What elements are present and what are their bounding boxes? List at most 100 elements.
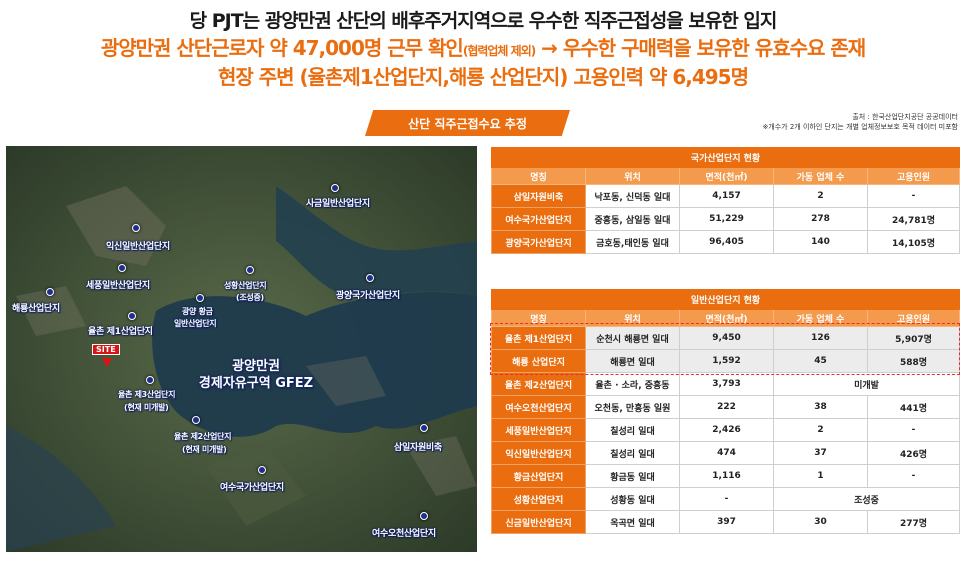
- complex-companies: 126: [773, 326, 868, 350]
- complex-employees: 277명: [866, 510, 961, 534]
- complex-companies: 1: [773, 464, 868, 488]
- complex-name: 삼일자원비축: [491, 184, 586, 208]
- table-row: 세풍일반산업단지 칠성리 일대 2,426 2 -: [491, 418, 961, 442]
- complex-name: 해룡 산업단지: [491, 349, 586, 373]
- complex-companies: 37: [773, 441, 868, 465]
- column-header: 명칭: [491, 167, 586, 185]
- site-marker: SITE: [92, 344, 120, 355]
- complex-employees: 5,907명: [866, 326, 961, 350]
- complex-name: 여수국가산업단지: [491, 207, 586, 231]
- headline-2-main: 광양만권 산단근로자 약 47,000명 근무 확인: [100, 36, 464, 60]
- headline-2: 광양만권 산단근로자 약 47,000명 근무 확인(협력업체 제외) → 우수…: [0, 32, 966, 61]
- complex-area: 1,592: [679, 349, 774, 373]
- headline-2-tail: → 우수한 구매력을 보유한 유효수요 존재: [535, 36, 866, 60]
- complex-employees: -: [866, 184, 961, 208]
- column-header: 고용인원: [866, 309, 961, 327]
- gfez-label: 광양만권 경제자유구역 GFEZ: [181, 358, 331, 392]
- map-pin-yeosuocheon: [420, 512, 428, 520]
- complex-location: 칠성리 일대: [585, 418, 680, 442]
- column-header: 면적(천㎡): [679, 167, 774, 185]
- site-marker-pointer: [102, 358, 112, 367]
- general-complex-table: 일반산업단지 현황 명칭 위치 면적(천㎡) 가동 업체 수 고용인원 율촌 제…: [490, 289, 961, 534]
- map-label-yulchon2-1: 율촌 제2산업단지: [174, 432, 232, 441]
- map-label-gwangyang: 광양국가산업단지: [336, 291, 400, 301]
- headline-3: 현장 주변 (율촌제1산업단지,해룡 산업단지) 고용인력 약 6,495명: [217, 65, 749, 89]
- gfez-line-2: 경제자유구역 GFEZ: [198, 376, 314, 391]
- complex-area: 2,426: [679, 418, 774, 442]
- map-label-yulchon3-2: (현재 미개발): [124, 403, 169, 412]
- table-row: 신금일반산업단지 옥곡면 일대 397 30 277명: [491, 510, 961, 534]
- map-pin-seonghwang: [246, 266, 254, 274]
- complex-companies: 140: [773, 230, 868, 254]
- map-pin-haeryong: [46, 288, 54, 296]
- complex-name: 세풍일반산업단지: [491, 418, 586, 442]
- map-label-yulchon3-1: 율촌 제3산업단지: [118, 390, 176, 399]
- map-label-seonghwang-1: 성황산업단지: [224, 281, 267, 290]
- complex-name: 익신일반산업단지: [491, 441, 586, 465]
- headline-2-note: (협력업체 제외): [462, 44, 536, 58]
- complex-name: 율촌 제2산업단지: [491, 372, 586, 396]
- complex-companies: 2: [773, 418, 868, 442]
- complex-area: 4,157: [679, 184, 774, 208]
- complex-employees: -: [866, 464, 961, 488]
- map-label-sageum: 사금일반산업단지: [306, 199, 370, 209]
- complex-location: 율촌 · 소라, 중흥동: [585, 372, 680, 396]
- complex-status: 미개발: [772, 372, 961, 396]
- column-header: 가동 업체 수: [773, 167, 868, 185]
- complex-area: 51,229: [679, 207, 774, 231]
- complex-name: 율촌 제1산업단지: [491, 326, 586, 350]
- map-label-yulchon2-2: (현재 미개발): [182, 445, 227, 454]
- map-label-ikshin: 익신일반산업단지: [106, 242, 170, 252]
- map-label-samil: 삼일자원비축: [394, 443, 442, 453]
- complex-area: 9,450: [679, 326, 774, 350]
- map-label-seonghwang-2: (조성중): [236, 293, 264, 302]
- map-pin-yeosu: [258, 466, 266, 474]
- complex-employees: 14,105명: [866, 230, 961, 254]
- complex-name: 성황산업단지: [491, 487, 586, 511]
- complex-companies: 278: [773, 207, 868, 231]
- map-pin-ikshin: [132, 224, 140, 232]
- complex-location: 금호동,태인동 일대: [585, 230, 680, 254]
- map-pin-yulchon1: [128, 312, 136, 320]
- map-pin-sepung: [118, 264, 126, 272]
- column-header: 위치: [585, 309, 680, 327]
- section-title: 산단 직주근접수요 추정: [365, 110, 570, 136]
- complex-name: 황금산업단지: [491, 464, 586, 488]
- table-row-highlighted: 율촌 제1산업단지 순천시 해룡면 일대 9,450 126 5,907명: [491, 326, 961, 350]
- satellite-map: 사금일반산업단지 익신일반산업단지 세풍일반산업단지 해룡산업단지 광양 황금 …: [6, 146, 477, 552]
- complex-location: 낙포동, 신덕동 일대: [585, 184, 680, 208]
- table-row: 여수국가산업단지 중흥동, 삼일동 일대 51,229 278 24,781명: [491, 207, 961, 231]
- column-header: 고용인원: [866, 167, 961, 185]
- national-complex-table: 국가산업단지 현황 명칭 위치 면적(천㎡) 가동 업체 수 고용인원 삼일자원…: [490, 147, 961, 254]
- complex-area: 96,405: [679, 230, 774, 254]
- map-label-yulchon1: 율촌 제1산업단지: [88, 327, 153, 337]
- complex-name: 광양국가산업단지: [491, 230, 586, 254]
- complex-location: 순천시 해룡면 일대: [585, 326, 680, 350]
- complex-location: 오천동, 만흥동 일원: [585, 395, 680, 419]
- complex-employees: 441명: [866, 395, 961, 419]
- gfez-line-1: 광양만권: [232, 359, 280, 374]
- column-header: 위치: [585, 167, 680, 185]
- complex-companies: 45: [773, 349, 868, 373]
- map-label-yeosu: 여수국가산업단지: [220, 483, 284, 493]
- complex-location: 황금동 일대: [585, 464, 680, 488]
- complex-area: 3,793: [679, 372, 774, 396]
- map-label-yeosuocheon: 여수오천산업단지: [372, 529, 436, 539]
- general-table-caption: 일반산업단지 현황: [490, 289, 961, 310]
- headline-1: 당 PJT는 광양만권 산단의 배후주거지역으로 우수한 직주근접성을 보유한 …: [189, 10, 778, 32]
- column-header: 가동 업체 수: [773, 309, 868, 327]
- complex-status: 조성중: [772, 487, 961, 511]
- map-pin-sageum: [331, 184, 339, 192]
- complex-area: 474: [679, 441, 774, 465]
- column-header: 명칭: [491, 309, 586, 327]
- map-pin-yulchon3: [146, 376, 154, 384]
- complex-name: 여수오천산업단지: [491, 395, 586, 419]
- complex-area: 222: [679, 395, 774, 419]
- complex-employees: 588명: [866, 349, 961, 373]
- national-table-caption: 국가산업단지 현황: [490, 147, 961, 168]
- map-pin-gwangyang: [366, 274, 374, 282]
- map-label-sepung: 세풍일반산업단지: [86, 281, 150, 291]
- table-row: 성황산업단지 성황동 일대 - 조성중: [491, 487, 961, 511]
- table-row-highlighted: 해룡 산업단지 해룡면 일대 1,592 45 588명: [491, 349, 961, 373]
- map-label-hwanggeum-1: 광양 황금: [182, 307, 213, 316]
